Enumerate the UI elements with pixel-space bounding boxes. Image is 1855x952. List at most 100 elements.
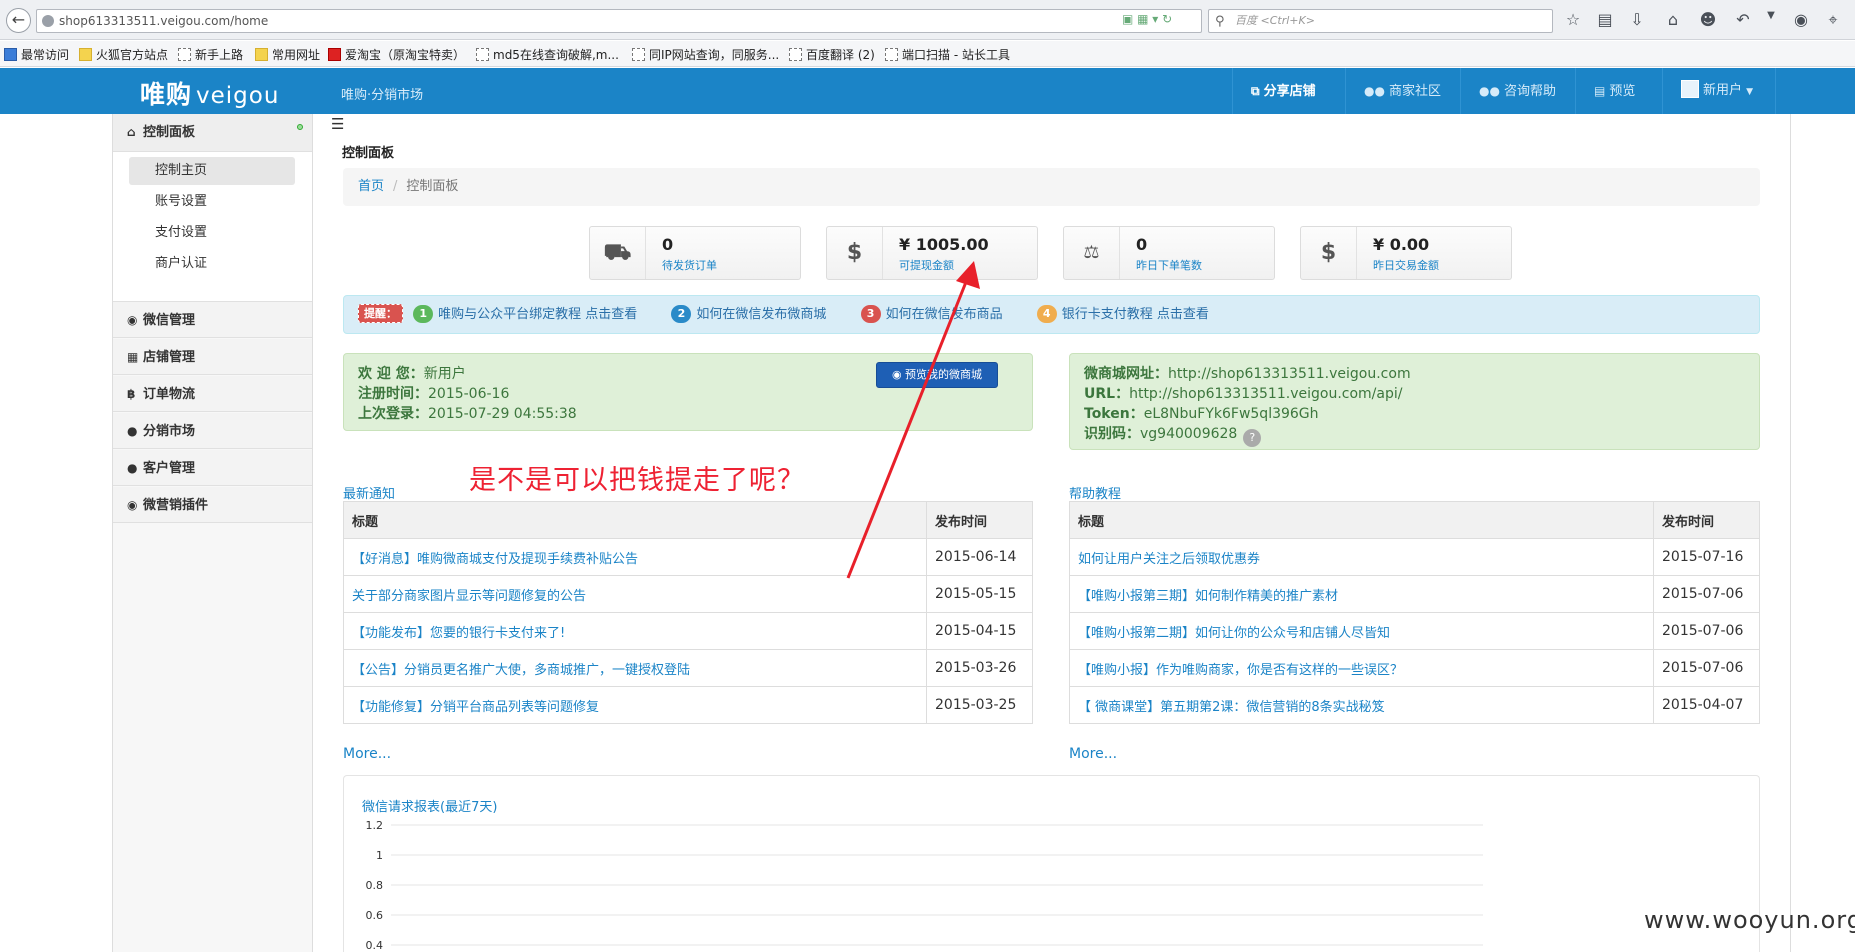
logo-cn: 唯购 (140, 80, 193, 109)
menu-toggle-icon[interactable]: ☰ (331, 115, 344, 133)
users-icon: ● (127, 461, 138, 475)
help-article-title[interactable]: 【唯购小报第二期】如何让你的公众号和店铺人尽皆知 (1069, 612, 1654, 650)
info-key: Token： (1084, 406, 1144, 422)
sidebar-item-verify[interactable]: 商户认证 (129, 250, 295, 278)
help-link[interactable]: ●● 咨询帮助 (1460, 68, 1574, 114)
bookmark-item[interactable]: 最常访问 (4, 46, 69, 63)
bookmark-label: 同IP网站查询，同服务... (649, 48, 780, 62)
help-article-title[interactable]: 【 微商课堂】第五期第2课：微信营销的8条实战秘笈 (1069, 686, 1654, 724)
share-shop-link[interactable]: ⧉ 分享店铺 (1232, 68, 1334, 114)
info-key: 识别码： (1084, 426, 1140, 442)
reminder-label: 提醒： (358, 304, 403, 323)
bookmark-item[interactable]: 百度翻译 (2) (789, 46, 875, 63)
sidebar-item-shop[interactable]: ▦ 店铺管理 (113, 339, 312, 375)
help-more-link[interactable]: More... (1069, 746, 1117, 762)
chat-icon[interactable]: ◉ (1790, 10, 1812, 32)
bookmark-item[interactable]: md5在线查询破解,m... (476, 46, 619, 63)
bookmark-item[interactable]: 爱淘宝（原淘宝特卖） (328, 46, 465, 63)
stat-value: ¥ 1005.00 (899, 235, 989, 254)
sidebar-item-customers[interactable]: ● 客户管理 (113, 450, 312, 486)
sidebar-item-payment[interactable]: 支付设置 (129, 219, 295, 247)
user-menu[interactable]: 新用户 ▼ (1662, 68, 1777, 114)
sidebar-item-home[interactable]: 控制主页 (129, 157, 295, 185)
reminder-number: 2 (671, 305, 692, 323)
bookmark-item[interactable]: 火狐官方站点 (79, 46, 168, 63)
bookmark-item[interactable]: 新手上路 (178, 46, 243, 63)
notice-date: 2015-03-25 (926, 686, 1033, 724)
reminder-item[interactable]: 4 银行卡支付教程 点击查看 (1036, 305, 1209, 323)
help-date: 2015-07-16 (1653, 538, 1760, 576)
help-date: 2015-04-07 (1653, 686, 1760, 724)
crop-icon[interactable]: ⌖ (1822, 10, 1844, 32)
bookmark-label: 端口扫描 - 站长工具 (902, 48, 1010, 62)
reminder-text: 银行卡支付教程 点击查看 (1061, 307, 1209, 322)
help-table: 标题 发布时间 如何让用户关注之后领取优惠券 2015-07-16 【唯购小报第三期… (1069, 501, 1760, 724)
table-row[interactable]: 【功能修复】分销平台商品列表等问题修复 2015-03-25 (343, 686, 1033, 724)
sidebar-item-orders[interactable]: ฿ 订单物流 (113, 376, 312, 412)
page-title: 控制面板 (342, 146, 395, 161)
breadcrumb-home[interactable]: 首页 (358, 179, 384, 194)
users-icon: ● (127, 424, 138, 438)
help-article-title[interactable]: 【唯购小报】作为唯购商家，你是否有这样的一些误区？ (1069, 649, 1654, 687)
sidebar-item-account[interactable]: 账号设置 (129, 188, 295, 216)
address-bar[interactable]: shop613313511.veigou.com/home (36, 9, 1202, 33)
market-link[interactable]: 唯购·分销市场 (341, 84, 423, 103)
column-header: 发布时间 (1653, 501, 1760, 539)
shield-icon[interactable]: ▣ ▦ ▾ ↻ (1122, 12, 1172, 26)
notice-title[interactable]: 【功能修复】分销平台商品列表等问题修复 (343, 686, 927, 724)
smile-icon[interactable]: ☻ (1697, 10, 1719, 32)
bitcoin-icon: ฿ (127, 387, 136, 401)
preview-link[interactable]: ▤ 预览 (1575, 68, 1653, 114)
sidebar-item-wechat[interactable]: ◉ 微信管理 (113, 302, 312, 338)
sidebar-panel-header[interactable]: ⌂ 控制面板 (113, 114, 312, 152)
y-tick-label: 0.8 (366, 879, 384, 892)
help-article-title[interactable]: 【唯购小报第三期】如何制作精美的推广素材 (1069, 575, 1654, 613)
stat-yesterday-amount[interactable]: $ ¥ 0.00 昨日交易金额 (1300, 226, 1512, 280)
home-icon[interactable]: ⌂ (1662, 10, 1684, 32)
notice-title[interactable]: 【公告】分销员更名推广大使，多商城推广，一键授权登陆 (343, 649, 927, 687)
help-article-title[interactable]: 如何让用户关注之后领取优惠券 (1069, 538, 1654, 576)
reminder-text: 如何在微信发布微商城 (696, 307, 827, 322)
logo[interactable]: 唯购 veigou (140, 75, 279, 111)
reminder-item[interactable]: 1 唯购与公众平台绑定教程 点击查看 (413, 305, 637, 323)
dollar-icon: $ (1301, 227, 1357, 279)
table-row[interactable]: 如何让用户关注之后领取优惠券 2015-07-16 (1069, 538, 1760, 576)
bookmark-label: md5在线查询破解,m... (493, 48, 619, 62)
sidebar-item-distribution[interactable]: ● 分销市场 (113, 413, 312, 449)
page-icon (632, 48, 645, 61)
search-icon: ⚲ (1215, 14, 1225, 29)
download-icon[interactable]: ⇩ (1626, 10, 1648, 32)
reminder-number: 1 (413, 305, 434, 323)
reminder-item[interactable]: 2 如何在微信发布微商城 (671, 305, 827, 323)
stat-label: 昨日交易金额 (1373, 259, 1439, 272)
bookmark-item[interactable]: 端口扫描 - 站长工具 (885, 46, 1010, 63)
divider (1790, 114, 1791, 952)
notice-title[interactable]: 【功能发布】您要的银行卡支付来了! (343, 612, 927, 650)
bookmark-item[interactable]: 常用网址 (255, 46, 320, 63)
stat-pending-orders[interactable]: ⛟ 0 待发货订单 (589, 226, 801, 280)
users-icon: ●● (1479, 84, 1500, 98)
help-date: 2015-07-06 (1653, 649, 1760, 687)
table-row[interactable]: 【唯购小报】作为唯购商家，你是否有这样的一些误区？ 2015-07-06 (1069, 649, 1760, 687)
undo-icon[interactable]: ↶ (1732, 10, 1754, 32)
reader-icon[interactable]: ▤ (1594, 10, 1616, 32)
table-row[interactable]: 【公告】分销员更名推广大使，多商城推广，一键授权登陆 2015-03-26 (343, 649, 1033, 687)
table-row[interactable]: 【 微商课堂】第五期第2课：微信营销的8条实战秘笈 2015-04-07 (1069, 686, 1760, 724)
search-input[interactable]: ⚲ 百度 <Ctrl+K> (1208, 9, 1553, 33)
table-row[interactable]: 【唯购小报第三期】如何制作精美的推广素材 2015-07-06 (1069, 575, 1760, 613)
sidebar-item-plugins[interactable]: ◉ 微营销插件 (113, 487, 312, 523)
star-icon[interactable]: ☆ (1562, 10, 1584, 32)
annotation-arrow (846, 261, 980, 579)
stat-yesterday-orders[interactable]: ⚖ 0 昨日下单笔数 (1063, 226, 1275, 280)
bookmark-item[interactable]: 同IP网站查询，同服务... (632, 46, 779, 63)
film-icon: ▤ (1594, 84, 1606, 98)
help-icon[interactable]: ? (1243, 429, 1262, 447)
notices-more-link[interactable]: More... (343, 746, 391, 762)
nav-label: 预览 (1609, 84, 1636, 99)
dropdown-icon[interactable]: ▼ (1760, 10, 1782, 32)
notices-title: 最新通知 (343, 487, 396, 502)
table-row[interactable]: 【唯购小报第二期】如何让你的公众号和店铺人尽皆知 2015-07-06 (1069, 612, 1760, 650)
back-icon[interactable]: ← (6, 8, 31, 33)
table-row[interactable]: 【功能发布】您要的银行卡支付来了! 2015-04-15 (343, 612, 1033, 650)
merchant-community-link[interactable]: ●● 商家社区 (1345, 68, 1459, 114)
